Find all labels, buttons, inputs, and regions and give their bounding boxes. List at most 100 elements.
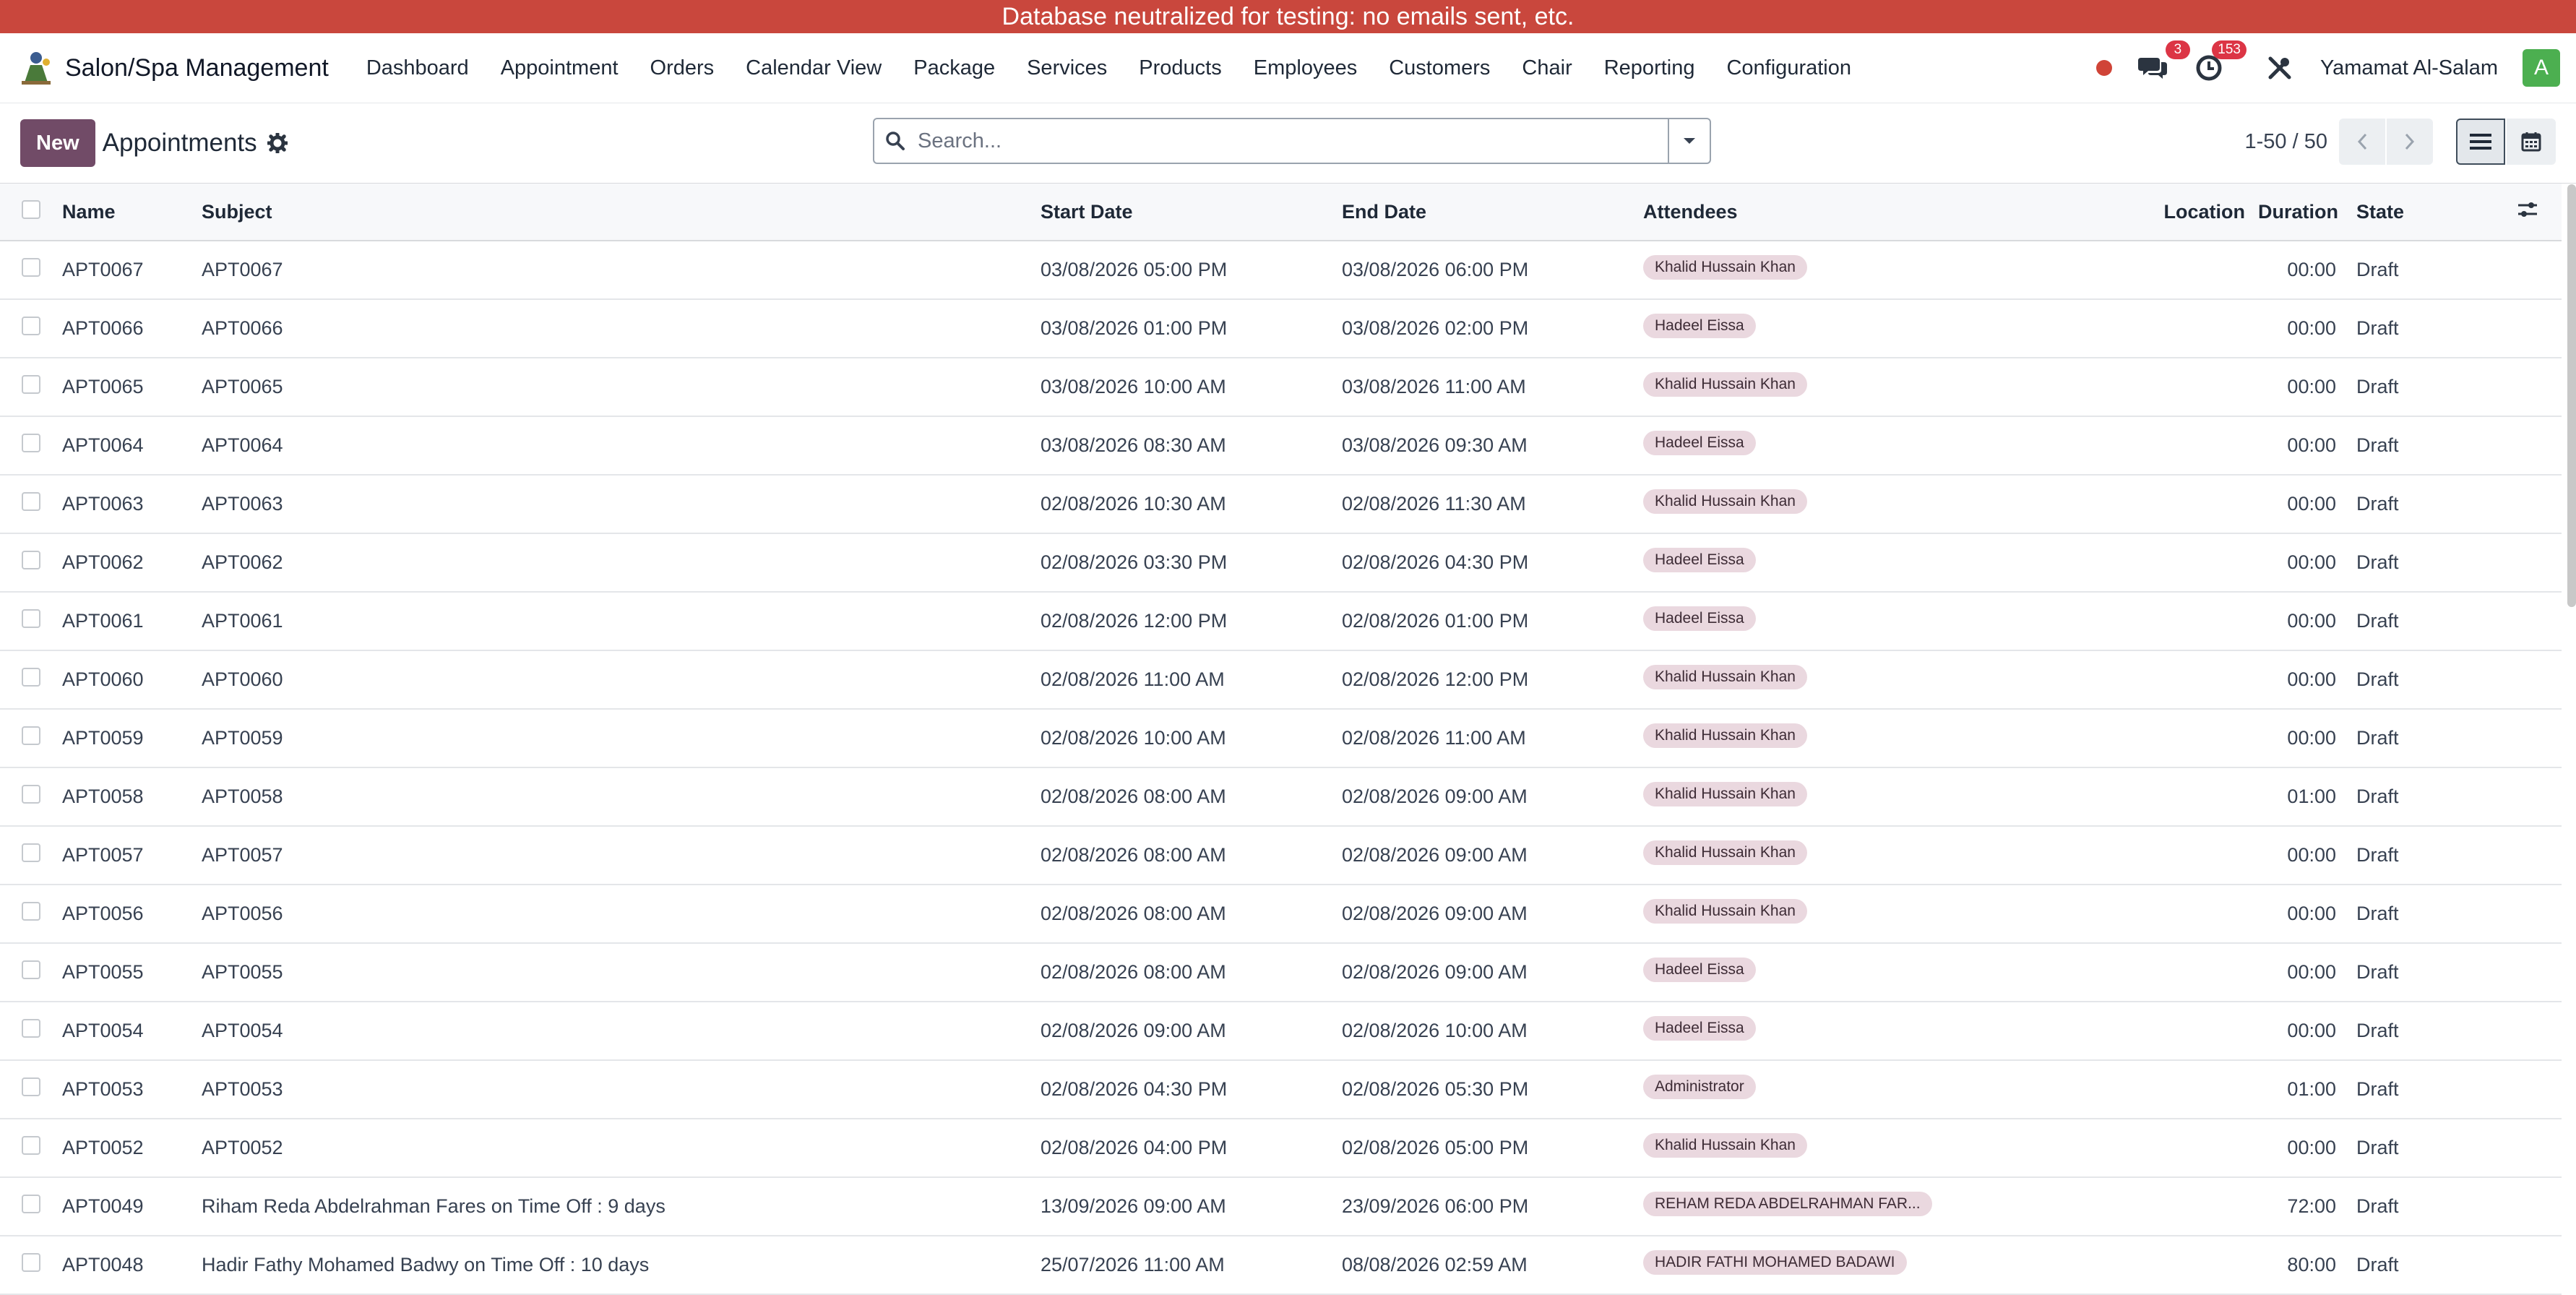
cell-location[interactable] xyxy=(2114,885,2258,944)
cell-name[interactable]: APT0049 xyxy=(62,1177,202,1236)
cell-name[interactable]: APT0053 xyxy=(62,1060,202,1119)
table-row[interactable]: APT0048 Hadir Fathy Mohamed Badwy on Time… xyxy=(0,1236,2562,1295)
cell-end-date[interactable]: 02/08/2026 09:00 AM xyxy=(1342,943,1643,1002)
column-header-name[interactable]: Name xyxy=(62,184,202,241)
cell-state[interactable]: Draft xyxy=(2349,358,2494,417)
cell-state[interactable]: Draft xyxy=(2349,475,2494,534)
cell-subject[interactable]: APT0056 xyxy=(202,885,1041,944)
cell-location[interactable] xyxy=(2114,1060,2258,1119)
cell-start-date[interactable]: 03/08/2026 10:00 AM xyxy=(1041,358,1342,417)
cell-start-date[interactable]: 03/08/2026 01:00 PM xyxy=(1041,299,1342,358)
menu-item-orders[interactable]: Orders xyxy=(634,56,731,80)
row-checkbox[interactable] xyxy=(22,375,40,394)
menu-item-chair[interactable]: Chair xyxy=(1506,56,1588,80)
activities-clock-icon[interactable]: 153 xyxy=(2193,40,2247,84)
optional-columns-toggle[interactable] xyxy=(2494,184,2562,241)
table-row[interactable]: APT0062 APT0062 02/08/2026 03:30 PM 02/08/2… xyxy=(0,533,2562,593)
cell-name[interactable]: APT0061 xyxy=(62,592,202,651)
messages-icon[interactable]: 3 xyxy=(2137,40,2190,84)
menu-item-appointment[interactable]: Appointment xyxy=(485,56,634,80)
cell-state[interactable]: Draft xyxy=(2349,885,2494,944)
cell-duration[interactable]: 01:00 xyxy=(2258,1060,2349,1119)
cell-location[interactable] xyxy=(2114,533,2258,593)
cell-start-date[interactable]: 03/08/2026 05:00 PM xyxy=(1041,241,1342,300)
row-checkbox[interactable] xyxy=(22,317,40,335)
debug-tools-icon[interactable] xyxy=(2264,52,2296,84)
cell-end-date[interactable]: 02/08/2026 11:30 AM xyxy=(1342,475,1643,534)
menu-item-employees[interactable]: Employees xyxy=(1238,56,1373,80)
cell-attendees[interactable]: Hadeel Eissa xyxy=(1643,1002,2114,1061)
table-row[interactable]: APT0049 Riham Reda Abdelrahman Fares on T… xyxy=(0,1177,2562,1236)
cell-name[interactable]: APT0057 xyxy=(62,826,202,885)
table-row[interactable]: APT0063 APT0063 02/08/2026 10:30 AM 02/08/2… xyxy=(0,475,2562,534)
row-checkbox[interactable] xyxy=(22,843,40,862)
cell-subject[interactable]: APT0064 xyxy=(202,416,1041,476)
cell-end-date[interactable]: 02/08/2026 01:00 PM xyxy=(1342,592,1643,651)
cell-subject[interactable]: APT0052 xyxy=(202,1119,1041,1178)
table-row[interactable]: APT0056 APT0056 02/08/2026 08:00 AM 02/08/2… xyxy=(0,885,2562,944)
row-checkbox[interactable] xyxy=(22,609,40,628)
cell-name[interactable]: APT0067 xyxy=(62,241,202,300)
cell-state[interactable]: Draft xyxy=(2349,826,2494,885)
cell-location[interactable] xyxy=(2114,416,2258,476)
table-row[interactable]: APT0066 APT0066 03/08/2026 01:00 PM 03/08/2… xyxy=(0,299,2562,358)
cell-subject[interactable]: APT0063 xyxy=(202,475,1041,534)
pager-next-button[interactable] xyxy=(2387,119,2433,165)
row-checkbox[interactable] xyxy=(22,1195,40,1213)
row-checkbox[interactable] xyxy=(22,1077,40,1096)
cell-end-date[interactable]: 03/08/2026 06:00 PM xyxy=(1342,241,1643,300)
cell-subject[interactable]: APT0066 xyxy=(202,299,1041,358)
cell-duration[interactable]: 00:00 xyxy=(2258,1119,2349,1178)
cell-location[interactable] xyxy=(2114,1177,2258,1236)
row-checkbox[interactable] xyxy=(22,258,40,277)
cell-location[interactable] xyxy=(2114,650,2258,710)
table-row[interactable]: APT0059 APT0059 02/08/2026 10:00 AM 02/08/2… xyxy=(0,709,2562,768)
cell-location[interactable] xyxy=(2114,1236,2258,1295)
cell-state[interactable]: Draft xyxy=(2349,1060,2494,1119)
cell-duration[interactable]: 80:00 xyxy=(2258,1236,2349,1295)
cell-name[interactable]: APT0060 xyxy=(62,650,202,710)
cell-subject[interactable]: APT0059 xyxy=(202,709,1041,768)
cell-name[interactable]: APT0063 xyxy=(62,475,202,534)
cell-duration[interactable]: 00:00 xyxy=(2258,475,2349,534)
cell-attendees[interactable]: Khalid Hussain Khan xyxy=(1643,475,2114,534)
cell-attendees[interactable]: Khalid Hussain Khan xyxy=(1643,241,2114,300)
search-options-toggle[interactable] xyxy=(1668,119,1710,163)
cell-location[interactable] xyxy=(2114,241,2258,300)
cell-state[interactable]: Draft xyxy=(2349,1002,2494,1061)
cell-location[interactable] xyxy=(2114,1119,2258,1178)
app-name[interactable]: Salon/Spa Management xyxy=(65,54,329,82)
cell-end-date[interactable]: 02/08/2026 12:00 PM xyxy=(1342,650,1643,710)
cell-state[interactable]: Draft xyxy=(2349,650,2494,710)
row-checkbox[interactable] xyxy=(22,726,40,745)
cell-attendees[interactable]: Administrator xyxy=(1643,1060,2114,1119)
table-row[interactable]: APT0055 APT0055 02/08/2026 08:00 AM 02/08/2… xyxy=(0,943,2562,1002)
cell-name[interactable]: APT0048 xyxy=(62,1236,202,1295)
cell-name[interactable]: APT0062 xyxy=(62,533,202,593)
cell-end-date[interactable]: 02/08/2026 09:00 AM xyxy=(1342,885,1643,944)
cell-start-date[interactable]: 03/08/2026 08:30 AM xyxy=(1041,416,1342,476)
row-checkbox[interactable] xyxy=(22,1136,40,1155)
cell-attendees[interactable]: Khalid Hussain Khan xyxy=(1643,709,2114,768)
user-avatar[interactable]: A xyxy=(2523,49,2560,87)
cell-state[interactable]: Draft xyxy=(2349,592,2494,651)
cell-end-date[interactable]: 02/08/2026 11:00 AM xyxy=(1342,709,1643,768)
cell-attendees[interactable]: REHAM REDA ABDELRAHMAN FAR... xyxy=(1643,1177,2114,1236)
row-checkbox[interactable] xyxy=(22,1253,40,1272)
cell-duration[interactable]: 00:00 xyxy=(2258,650,2349,710)
cell-attendees[interactable]: Khalid Hussain Khan xyxy=(1643,1119,2114,1178)
row-checkbox[interactable] xyxy=(22,551,40,569)
table-row[interactable]: APT0053 APT0053 02/08/2026 04:30 PM 02/08/2… xyxy=(0,1060,2562,1119)
cell-location[interactable] xyxy=(2114,826,2258,885)
cell-state[interactable]: Draft xyxy=(2349,299,2494,358)
cell-end-date[interactable]: 02/08/2026 05:00 PM xyxy=(1342,1119,1643,1178)
menu-item-services[interactable]: Services xyxy=(1011,56,1123,80)
cell-start-date[interactable]: 02/08/2026 08:00 AM xyxy=(1041,943,1342,1002)
cell-attendees[interactable]: Khalid Hussain Khan xyxy=(1643,358,2114,417)
cell-state[interactable]: Draft xyxy=(2349,416,2494,476)
table-row[interactable]: APT0067 APT0067 03/08/2026 05:00 PM 03/08/2… xyxy=(0,241,2562,300)
cell-attendees[interactable]: Khalid Hussain Khan xyxy=(1643,650,2114,710)
cell-attendees[interactable]: Khalid Hussain Khan xyxy=(1643,826,2114,885)
cell-start-date[interactable]: 02/08/2026 08:00 AM xyxy=(1041,885,1342,944)
cell-location[interactable] xyxy=(2114,475,2258,534)
